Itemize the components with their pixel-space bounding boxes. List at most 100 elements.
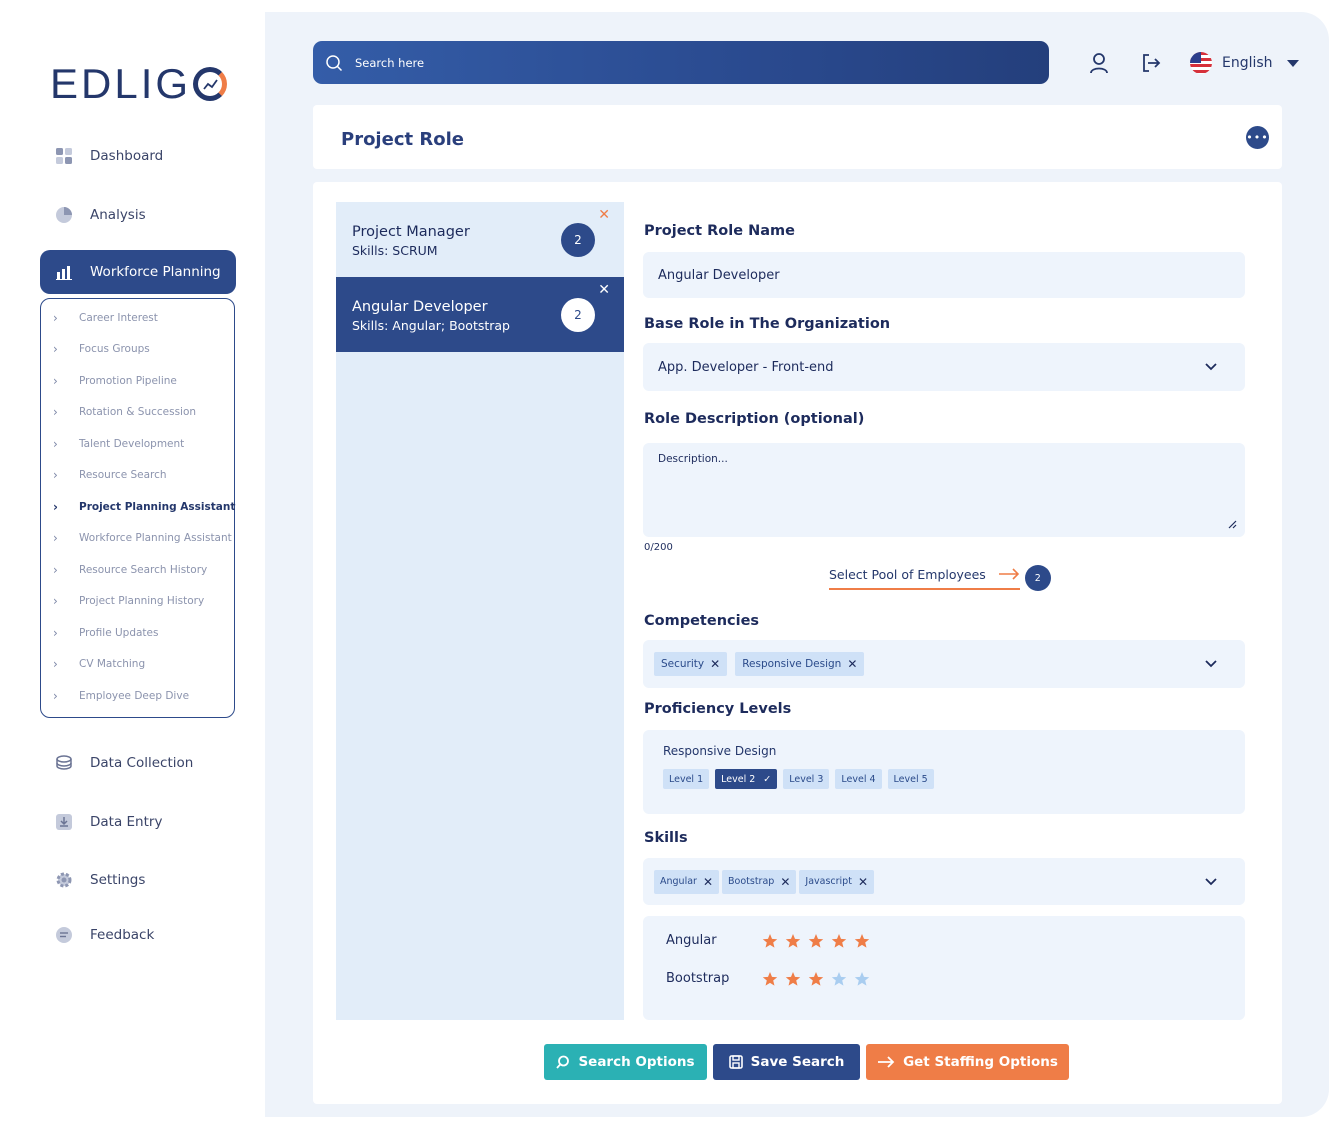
- skills-select[interactable]: Angular ✕ Bootstrap ✕ Javascript ✕: [643, 858, 1245, 905]
- sidebar-item-workforce-planning[interactable]: Workforce Planning: [40, 250, 236, 294]
- workforce-submenu: › Career Interest › Focus Groups › Promotio…: [40, 298, 235, 718]
- base-role-select[interactable]: App. Developer - Front-end: [643, 343, 1245, 391]
- search-input[interactable]: Search here: [313, 41, 1049, 84]
- tag-label: Responsive Design: [742, 658, 842, 670]
- submenu-item-active[interactable]: › Project Planning Assistant: [53, 500, 235, 514]
- submenu-item[interactable]: › Profile Updates: [53, 626, 158, 640]
- submenu-label: Promotion Pipeline: [79, 375, 177, 387]
- check-icon: ✓: [763, 773, 772, 785]
- level-option[interactable]: Level 4: [835, 769, 882, 789]
- remove-tag-icon[interactable]: ✕: [703, 875, 713, 889]
- chevron-right-icon: ›: [53, 657, 58, 671]
- description-textarea[interactable]: Description...: [643, 443, 1245, 537]
- sidebar-item-settings[interactable]: Settings: [40, 858, 236, 902]
- role-card-selected[interactable]: Angular Developer Skills: Angular; Boots…: [336, 277, 624, 352]
- save-search-button[interactable]: Save Search: [713, 1044, 860, 1080]
- level-option-selected[interactable]: Level 2 ✓: [715, 769, 778, 789]
- star-filled-icon[interactable]: [785, 971, 801, 987]
- sidebar-item-data-collection[interactable]: Data Collection: [40, 741, 236, 785]
- star-rating-bootstrap[interactable]: [762, 971, 877, 991]
- search-options-button[interactable]: Search Options: [544, 1044, 707, 1080]
- close-icon[interactable]: ✕: [598, 207, 610, 223]
- level-option[interactable]: Level 5: [887, 769, 934, 789]
- submenu-item[interactable]: › Resource Search History: [53, 563, 207, 577]
- star-filled-icon[interactable]: [808, 971, 824, 987]
- submenu-item[interactable]: › Workforce Planning Assistant: [53, 531, 232, 545]
- button-label: Search Options: [578, 1054, 695, 1070]
- competency-tag[interactable]: Security ✕: [654, 652, 728, 676]
- skill-tag[interactable]: Javascript ✕: [799, 869, 874, 894]
- proficiency-box: Responsive Design Level 1 Level 2 ✓ Level…: [643, 730, 1245, 814]
- skill-tag[interactable]: Bootstrap ✕: [722, 869, 797, 894]
- base-role-label: Base Role in The Organization: [644, 316, 891, 332]
- submenu-label: Talent Development: [79, 438, 185, 450]
- submenu-item[interactable]: › Promotion Pipeline: [53, 374, 177, 388]
- tag-label: Bootstrap: [728, 876, 775, 887]
- skill-tag[interactable]: Angular ✕: [654, 869, 720, 894]
- submenu-item[interactable]: › Resource Search: [53, 468, 167, 482]
- role-panel: Project Manager Skills: SCRUM 2 ✕ Angula…: [313, 182, 1282, 1104]
- get-staffing-options-button[interactable]: Get Staffing Options: [866, 1044, 1069, 1080]
- star-filled-icon[interactable]: [762, 933, 778, 949]
- button-label: Save Search: [750, 1054, 845, 1070]
- competency-tag[interactable]: Responsive Design ✕: [735, 652, 865, 676]
- sidebar-item-feedback[interactable]: Feedback: [40, 913, 236, 957]
- language-selector[interactable]: English: [1190, 52, 1299, 74]
- level-option[interactable]: Level 1: [663, 769, 710, 789]
- role-name-value: Angular Developer: [658, 267, 780, 283]
- star-rating-angular[interactable]: [762, 933, 877, 953]
- user-icon[interactable]: [1088, 52, 1110, 74]
- sidebar-item-dashboard[interactable]: Dashboard: [40, 134, 236, 178]
- search-icon: [556, 1055, 570, 1069]
- resize-handle-icon[interactable]: [1227, 519, 1237, 529]
- chevron-right-icon: ›: [53, 374, 58, 388]
- sidebar-item-label: Feedback: [90, 927, 155, 943]
- star-filled-icon[interactable]: [762, 971, 778, 987]
- submenu-item[interactable]: › CV Matching: [53, 657, 145, 671]
- proficiency-skill-name: Responsive Design: [663, 744, 777, 758]
- close-icon[interactable]: ✕: [598, 282, 610, 298]
- chevron-right-icon: ›: [53, 594, 58, 608]
- remove-tag-icon[interactable]: ✕: [847, 657, 857, 671]
- level-selector: Level 1 Level 2 ✓ Level 3 Level 4 Level 5: [663, 769, 1225, 789]
- submenu-item[interactable]: › Talent Development: [53, 437, 184, 451]
- star-empty-icon[interactable]: [854, 971, 870, 987]
- star-filled-icon[interactable]: [831, 933, 847, 949]
- pool-link-underline: Select Pool of Employees: [829, 567, 1020, 590]
- search-placeholder: Search here: [355, 55, 425, 70]
- submenu-label: Rotation & Succession: [79, 406, 197, 418]
- caret-down-icon: [1286, 59, 1299, 67]
- select-pool-link[interactable]: Select Pool of Employees 2: [829, 565, 1051, 591]
- competencies-select[interactable]: Security ✕ Responsive Design ✕: [643, 640, 1245, 688]
- role-name-input[interactable]: Angular Developer: [643, 252, 1245, 298]
- star-filled-icon[interactable]: [854, 933, 870, 949]
- star-filled-icon[interactable]: [785, 933, 801, 949]
- database-icon: [54, 753, 74, 773]
- remove-tag-icon[interactable]: ✕: [710, 657, 720, 671]
- level-option[interactable]: Level 3: [783, 769, 830, 789]
- sidebar-item-analysis[interactable]: Analysis: [40, 193, 236, 237]
- submenu-item[interactable]: › Career Interest: [53, 311, 158, 325]
- submenu-label: Project Planning History: [79, 595, 205, 607]
- role-card[interactable]: Project Manager Skills: SCRUM 2 ✕: [336, 202, 624, 277]
- star-empty-icon[interactable]: [831, 971, 847, 987]
- submenu-label: Employee Deep Dive: [79, 690, 190, 702]
- remove-tag-icon[interactable]: ✕: [858, 875, 868, 889]
- remove-tag-icon[interactable]: ✕: [780, 875, 790, 889]
- rating-skill-name: Bootstrap: [666, 971, 730, 986]
- more-options-icon[interactable]: •••: [1246, 126, 1269, 149]
- sidebar-item-data-entry[interactable]: Data Entry: [40, 800, 236, 844]
- chevron-down-icon: [1205, 878, 1217, 886]
- button-label: Get Staffing Options: [903, 1054, 1058, 1070]
- role-list: Project Manager Skills: SCRUM 2 ✕ Angula…: [336, 202, 624, 1020]
- submenu-item[interactable]: › Rotation & Succession: [53, 405, 196, 419]
- sidebar-item-label: Settings: [90, 872, 146, 888]
- submenu-item[interactable]: › Focus Groups: [53, 342, 150, 356]
- submenu-label: Workforce Planning Assistant: [79, 532, 232, 544]
- submenu-item[interactable]: › Project Planning History: [53, 594, 204, 608]
- logout-icon[interactable]: [1140, 52, 1162, 74]
- star-filled-icon[interactable]: [808, 933, 824, 949]
- submenu-item[interactable]: › Employee Deep Dive: [53, 689, 189, 703]
- chart-bar-icon: [54, 262, 74, 282]
- role-name-label: Project Role Name: [644, 223, 795, 239]
